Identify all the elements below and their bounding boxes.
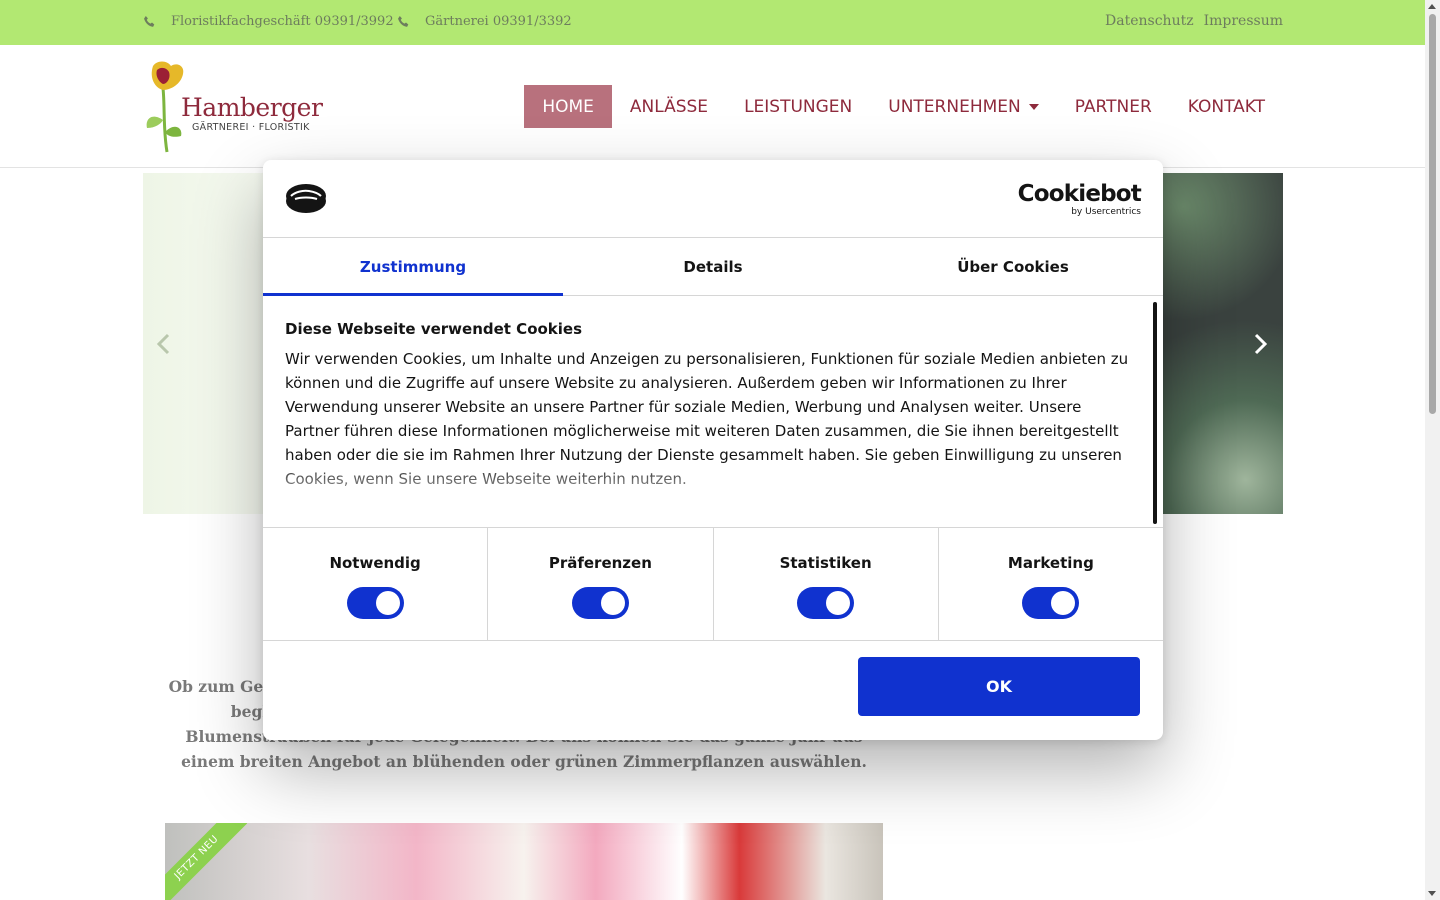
cookiebot-brand-name: Cookiebot xyxy=(1017,181,1142,207)
cookiebot-brand: Cookiebot by Usercentrics xyxy=(1017,181,1142,217)
tab-details[interactable]: Details xyxy=(563,238,863,295)
cookie-tabs: Zustimmung Details Über Cookies xyxy=(263,238,1163,296)
logo-subtitle: GÄRTNEREI · FLORISTIK xyxy=(192,122,310,133)
necessary-toggle[interactable] xyxy=(346,587,404,619)
category-marketing: Marketing xyxy=(939,528,1163,640)
phone-icon xyxy=(398,15,409,27)
phone-contact-gaertnerei[interactable]: Gärtnerei 09391/3392 xyxy=(397,14,572,29)
impressum-link[interactable]: Impressum xyxy=(1204,13,1283,29)
scroll-down-arrow-icon[interactable] xyxy=(1428,891,1436,896)
cookie-consent-dialog: Cookiebot by Usercentrics Zustimmung Det… xyxy=(263,160,1163,740)
category-label: Marketing xyxy=(1007,554,1094,572)
text-fade-overlay xyxy=(263,460,1143,528)
preferences-toggle[interactable] xyxy=(571,587,629,619)
nav-item-kontakt[interactable]: KONTAKT xyxy=(1170,85,1283,128)
nav-item-anlaesse[interactable]: ANLÄSSE xyxy=(612,85,726,128)
cookiebot-brand-byline: by Usercentrics xyxy=(1071,207,1141,217)
phone-contact-label: Gärtnerei 09391/3392 xyxy=(425,14,572,29)
nav-item-home[interactable]: HOME xyxy=(524,85,612,128)
phone-icon xyxy=(144,15,155,27)
tab-zustimmung[interactable]: Zustimmung xyxy=(263,238,563,296)
cookie-dialog-header: Cookiebot by Usercentrics xyxy=(263,160,1163,238)
phone-contact-floristik[interactable]: Floristikfachgeschäft 09391/3992 xyxy=(143,14,394,29)
main-nav: HOME ANLÄSSE LEISTUNGEN UNTERNEHMEN PART… xyxy=(524,85,1283,128)
nav-item-partner[interactable]: PARTNER xyxy=(1057,85,1170,128)
category-statistics: Statistiken xyxy=(714,528,939,640)
cookiebot-logo-icon xyxy=(286,184,326,213)
top-bar: Floristikfachgeschäft 09391/3992 Gärtner… xyxy=(0,0,1425,45)
cookie-category-toggles: Notwendig Präferenzen Statistiken Market… xyxy=(263,527,1163,641)
category-label: Präferenzen xyxy=(548,554,652,572)
page-scrollbar[interactable] xyxy=(1425,0,1440,900)
site-header: Hamberger GÄRTNEREI · FLORISTIK HOME ANL… xyxy=(0,45,1425,168)
legal-links: Datenschutz Impressum xyxy=(1105,13,1283,29)
category-preferences: Präferenzen xyxy=(488,528,714,640)
category-label: Statistiken xyxy=(779,554,872,572)
nav-item-unternehmen[interactable]: UNTERNEHMEN xyxy=(870,85,1056,128)
phone-contact-label: Floristikfachgeschäft 09391/3992 xyxy=(171,14,394,29)
ok-button[interactable]: OK xyxy=(858,657,1140,716)
category-label: Notwendig xyxy=(329,554,421,572)
tab-ueber-cookies[interactable]: Über Cookies xyxy=(863,238,1163,295)
scrollbar-thumb[interactable] xyxy=(1429,14,1436,414)
logo-brand-name: Hamberger xyxy=(181,93,323,122)
scroll-up-arrow-icon[interactable] xyxy=(1428,4,1436,9)
logo[interactable]: Hamberger GÄRTNEREI · FLORISTIK xyxy=(143,58,323,154)
marketing-toggle[interactable] xyxy=(1022,587,1080,619)
cookie-heading: Diese Webseite verwendet Cookies xyxy=(285,320,583,338)
cookie-text-scrollbar[interactable] xyxy=(1153,302,1157,524)
chevron-left-icon[interactable] xyxy=(153,331,175,357)
statistics-toggle[interactable] xyxy=(797,587,855,619)
nav-item-leistungen[interactable]: LEISTUNGEN xyxy=(726,85,870,128)
chevron-right-icon[interactable] xyxy=(1249,331,1271,357)
new-ribbon: JETZT NEU xyxy=(165,823,248,900)
datenschutz-link[interactable]: Datenschutz xyxy=(1105,13,1194,29)
caret-down-icon xyxy=(1028,103,1039,110)
promo-image[interactable]: JETZT NEU xyxy=(165,823,883,900)
category-necessary: Notwendig xyxy=(263,528,489,640)
